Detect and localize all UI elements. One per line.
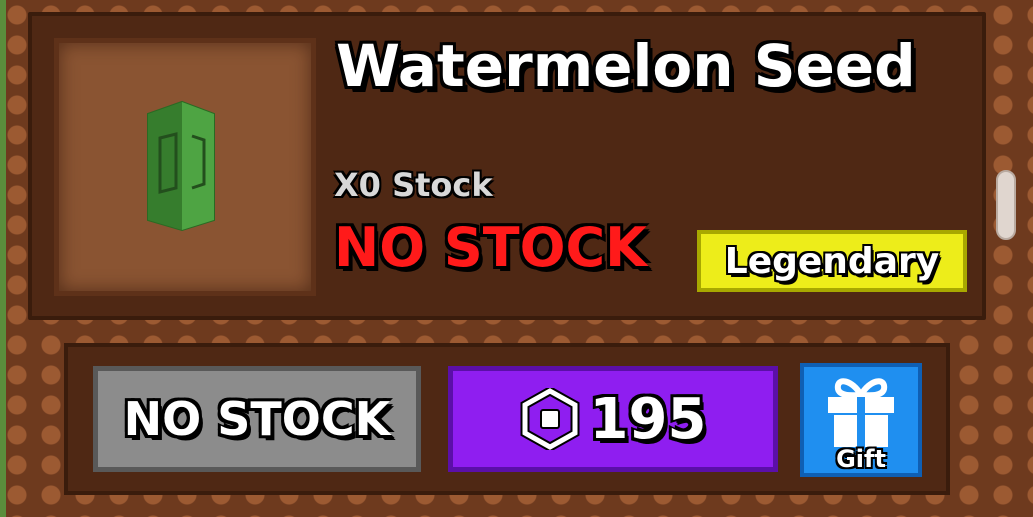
stock-status-label: NO STOCK xyxy=(334,216,648,279)
gift-button[interactable]: Gift xyxy=(800,363,922,477)
gift-icon xyxy=(828,378,894,447)
gift-label: Gift xyxy=(836,445,886,473)
no-stock-button[interactable]: NO STOCK xyxy=(93,366,421,472)
rarity-label: Legendary xyxy=(724,240,940,282)
price-label: 195 xyxy=(589,386,707,452)
item-title: Watermelon Seed xyxy=(336,32,916,100)
rarity-badge: Legendary xyxy=(697,230,967,292)
no-stock-button-label: NO STOCK xyxy=(123,392,391,446)
stock-count-label: X0 Stock xyxy=(334,166,493,204)
buy-robux-button[interactable]: 195 xyxy=(448,366,778,472)
scrollbar-handle[interactable] xyxy=(996,170,1016,240)
seed-packet-icon xyxy=(147,100,215,232)
left-edge-stripe xyxy=(0,0,6,517)
robux-icon xyxy=(520,388,580,450)
